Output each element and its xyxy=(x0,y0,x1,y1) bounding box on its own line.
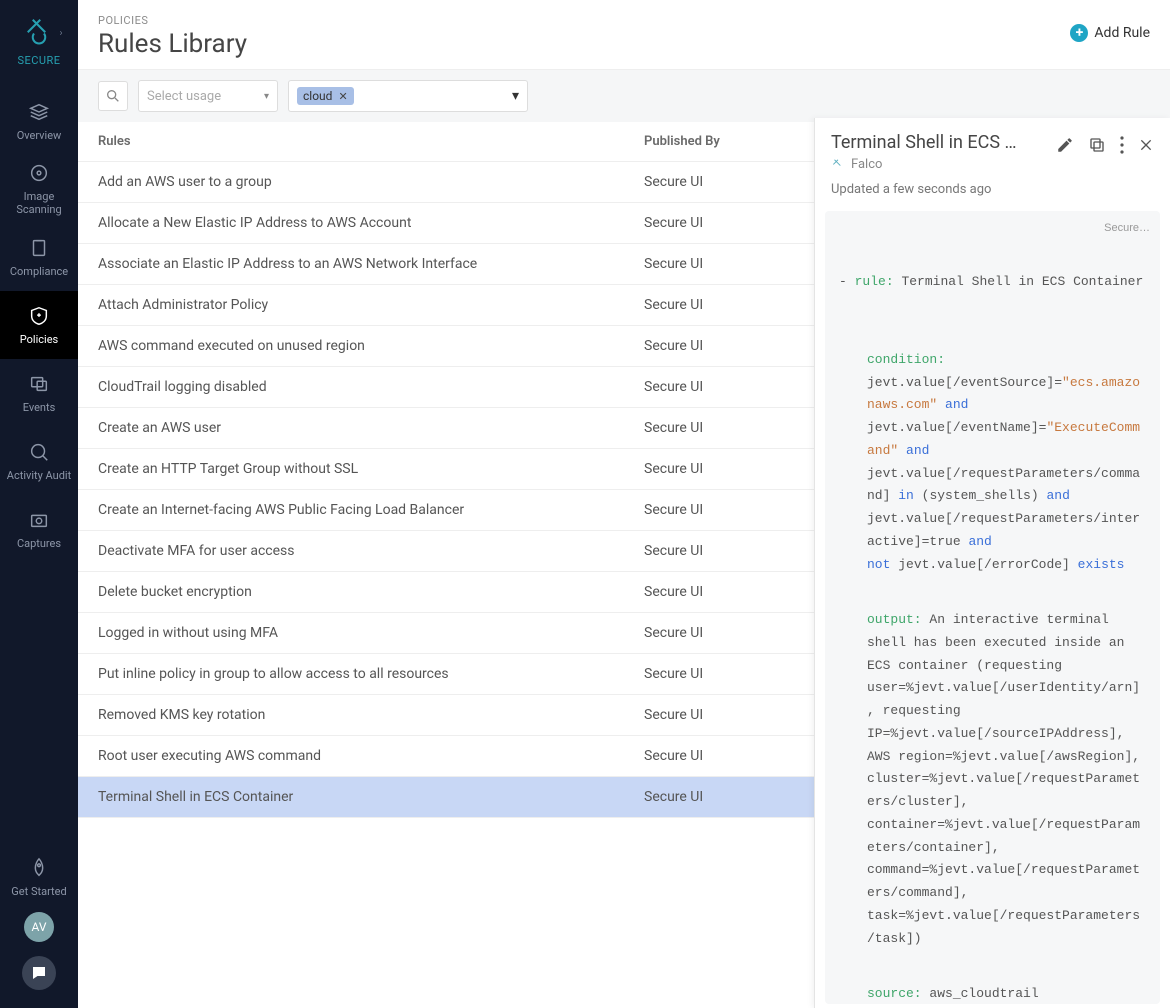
rule-detail-panel: Terminal Shell in ECS … Falco Updated a … xyxy=(814,118,1170,1008)
plus-icon: + xyxy=(1070,24,1088,42)
sidebar: › SECURE Overview Image Scanning Complia… xyxy=(0,0,78,1008)
sidebar-item-label: Policies xyxy=(20,333,58,346)
cell-rule: AWS command executed on unused region xyxy=(78,326,624,367)
rule-yaml: Secure… - rule: Terminal Shell in ECS Co… xyxy=(825,211,1160,1004)
sidebar-item-policies[interactable]: Policies xyxy=(0,291,78,359)
panel-source-badge: Secure… xyxy=(1104,219,1150,238)
cell-rule: Add an AWS user to a group xyxy=(78,162,624,203)
cell-rule: Put inline policy in group to allow acce… xyxy=(78,654,624,695)
page-header: POLICIES Rules Library + Add Rule xyxy=(78,0,1170,69)
panel-updated: Updated a few seconds ago xyxy=(815,182,1170,207)
col-rules[interactable]: Rules xyxy=(78,122,624,162)
cell-rule: Deactivate MFA for user access xyxy=(78,531,624,572)
sidebar-item-label: Get Started xyxy=(11,885,66,898)
sidebar-item-image-scanning[interactable]: Image Scanning xyxy=(0,155,78,223)
cell-rule: CloudTrail logging disabled xyxy=(78,367,624,408)
sidebar-item-label: Compliance xyxy=(10,265,68,278)
cell-rule: Removed KMS key rotation xyxy=(78,695,624,736)
sidebar-item-get-started[interactable]: Get Started xyxy=(0,857,78,898)
breadcrumb: POLICIES xyxy=(98,14,247,27)
avatar[interactable]: AV xyxy=(24,912,54,942)
cell-rule: Delete bucket encryption xyxy=(78,572,624,613)
sidebar-item-label: Captures xyxy=(17,537,61,550)
cell-rule: Attach Administrator Policy xyxy=(78,285,624,326)
page-title: Rules Library xyxy=(98,29,247,59)
chevron-down-icon: ▾ xyxy=(512,88,519,104)
sidebar-item-label: Events xyxy=(23,401,56,414)
filter-bar: Select usage ▾ cloud ✕ ▾ xyxy=(78,69,1170,122)
search-button[interactable] xyxy=(98,81,128,111)
panel-engine: Falco xyxy=(851,157,882,172)
panel-title: Terminal Shell in ECS … xyxy=(831,132,1048,153)
cell-rule: Associate an Elastic IP Address to an AW… xyxy=(78,244,624,285)
sidebar-item-overview[interactable]: Overview xyxy=(0,87,78,155)
falco-icon xyxy=(831,158,845,172)
filter-tag-label: cloud xyxy=(303,89,332,103)
cell-rule: Root user executing AWS command xyxy=(78,736,624,777)
add-rule-label: Add Rule xyxy=(1094,25,1150,41)
usage-placeholder: Select usage xyxy=(147,89,221,104)
filter-tag: cloud ✕ xyxy=(297,87,354,105)
chevron-down-icon: ▾ xyxy=(264,91,269,102)
close-icon[interactable] xyxy=(1138,137,1154,157)
brand-label: SECURE xyxy=(17,54,60,67)
tag-select[interactable]: cloud ✕ ▾ xyxy=(288,80,528,112)
cell-rule: Terminal Shell in ECS Container xyxy=(78,777,624,818)
cell-rule: Create an HTTP Target Group without SSL xyxy=(78,449,624,490)
cell-rule: Allocate a New Elastic IP Address to AWS… xyxy=(78,203,624,244)
chat-icon[interactable] xyxy=(22,956,56,990)
cell-rule: Create an AWS user xyxy=(78,408,624,449)
sidebar-item-captures[interactable]: Captures xyxy=(0,495,78,563)
sidebar-item-compliance[interactable]: Compliance xyxy=(0,223,78,291)
copy-icon[interactable] xyxy=(1088,136,1106,158)
usage-select[interactable]: Select usage ▾ xyxy=(138,80,278,112)
chevron-right-icon: › xyxy=(60,28,63,39)
sidebar-item-label: Overview xyxy=(17,129,62,142)
more-icon[interactable] xyxy=(1120,136,1124,158)
cell-rule: Logged in without using MFA xyxy=(78,613,624,654)
cell-rule: Create an Internet-facing AWS Public Fac… xyxy=(78,490,624,531)
brand-switcher[interactable]: › SECURE xyxy=(17,16,60,67)
sidebar-item-label: Activity Audit xyxy=(7,469,71,482)
remove-tag-icon[interactable]: ✕ xyxy=(338,90,347,103)
sidebar-item-activity-audit[interactable]: Activity Audit xyxy=(0,427,78,495)
edit-icon[interactable] xyxy=(1056,136,1074,158)
sidebar-item-events[interactable]: Events xyxy=(0,359,78,427)
add-rule-button[interactable]: + Add Rule xyxy=(1070,14,1150,42)
sidebar-item-label: Image Scanning xyxy=(0,190,78,216)
